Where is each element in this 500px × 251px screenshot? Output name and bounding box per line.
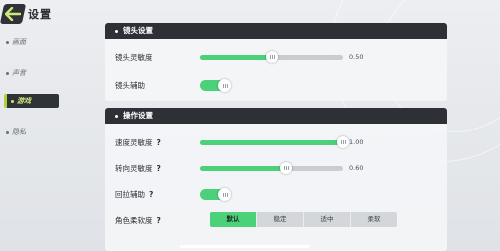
setting-label: 角色柔软度? [115, 215, 161, 226]
back-button[interactable] [0, 4, 27, 24]
sidebar-item-label: 隐私 [12, 128, 26, 136]
control-settings-panel: 操作设置 速度灵敏度? 1.00 转向灵敏度? 0.60 回拉辅助? 角色柔软度… [105, 108, 447, 251]
question-icon[interactable]: ? [149, 190, 153, 199]
slider-value: 1.00 [349, 138, 364, 146]
page-title: 设置 [28, 8, 52, 21]
softness-option[interactable]: 稳定 [257, 212, 304, 227]
question-icon[interactable]: ? [157, 164, 161, 173]
sidebar-item-label: 画面 [12, 38, 26, 46]
pullback-assist-row: 回拉辅助? [105, 186, 447, 202]
panel-title: 操作设置 [123, 111, 153, 120]
pullback-assist-toggle[interactable] [200, 188, 231, 201]
toggle-handle [218, 79, 231, 92]
bullet-icon [11, 99, 14, 103]
slider-fill [200, 140, 343, 145]
slider-fill [200, 166, 286, 171]
question-icon[interactable]: ? [157, 138, 161, 147]
panel-header: 操作设置 [105, 108, 447, 124]
setting-label-text: 速度灵敏度 [115, 138, 153, 147]
sidebar-item-game[interactable]: 游戏 [4, 94, 59, 108]
home-indicator[interactable] [180, 245, 310, 248]
camera-assist-toggle[interactable] [200, 79, 231, 92]
sidebar-item-display[interactable]: 画面 [6, 37, 26, 51]
back-arrow-icon [5, 7, 21, 21]
camera-settings-panel: 镜头设置 镜头灵敏度 0.50 镜头辅助 [105, 23, 447, 101]
speed-sensitivity-row: 速度灵敏度? 1.00 [105, 134, 447, 150]
setting-label: 镜头辅助 [115, 81, 145, 90]
camera-assist-row: 镜头辅助 [105, 77, 447, 93]
dot-icon [115, 114, 118, 118]
toggle-handle [218, 188, 231, 201]
header: 设置 [0, 0, 100, 26]
slider-handle[interactable] [265, 51, 278, 63]
slider-handle[interactable] [279, 162, 292, 174]
panel-title: 镜头设置 [123, 26, 153, 35]
setting-label: 回拉辅助? [115, 189, 153, 200]
setting-label-text: 角色柔软度 [115, 216, 153, 225]
sidebar-item-privacy[interactable]: 隐私 [6, 127, 26, 141]
bullet-icon [6, 71, 9, 75]
softness-option[interactable]: 适中 [304, 212, 351, 227]
sidebar: 画面 声音 游戏 隐私 [0, 30, 70, 160]
question-icon[interactable]: ? [157, 216, 161, 225]
bullet-icon [6, 40, 9, 44]
camera-sensitivity-row: 镜头灵敏度 0.50 [105, 49, 447, 65]
dot-icon [115, 29, 118, 33]
setting-label-text: 回拉辅助 [115, 190, 145, 199]
panel-header: 镜头设置 [105, 23, 447, 39]
camera-sensitivity-slider[interactable] [200, 51, 343, 63]
sidebar-item-label: 声音 [12, 69, 26, 77]
setting-label-text: 转向灵敏度 [115, 164, 153, 173]
sidebar-item-sound[interactable]: 声音 [6, 68, 26, 82]
steer-sensitivity-row: 转向灵敏度? 0.60 [105, 160, 447, 176]
character-softness-row: 角色柔软度? 默认 稳定 适中 柔软 [105, 212, 447, 228]
bullet-icon [6, 130, 9, 134]
sidebar-item-label: 游戏 [17, 97, 31, 105]
softness-option[interactable]: 柔软 [351, 212, 397, 227]
slider-value: 0.50 [349, 53, 364, 61]
setting-label: 镜头灵敏度 [115, 53, 153, 62]
slider-handle[interactable] [337, 136, 349, 148]
slider-value: 0.60 [349, 164, 364, 172]
steer-sensitivity-slider[interactable] [200, 162, 343, 174]
speed-sensitivity-slider[interactable] [200, 136, 349, 148]
character-softness-selector: 默认 稳定 适中 柔软 [210, 212, 397, 227]
slider-fill [200, 55, 272, 60]
setting-label: 转向灵敏度? [115, 163, 161, 174]
setting-label: 速度灵敏度? [115, 137, 161, 148]
softness-option[interactable]: 默认 [210, 212, 257, 227]
